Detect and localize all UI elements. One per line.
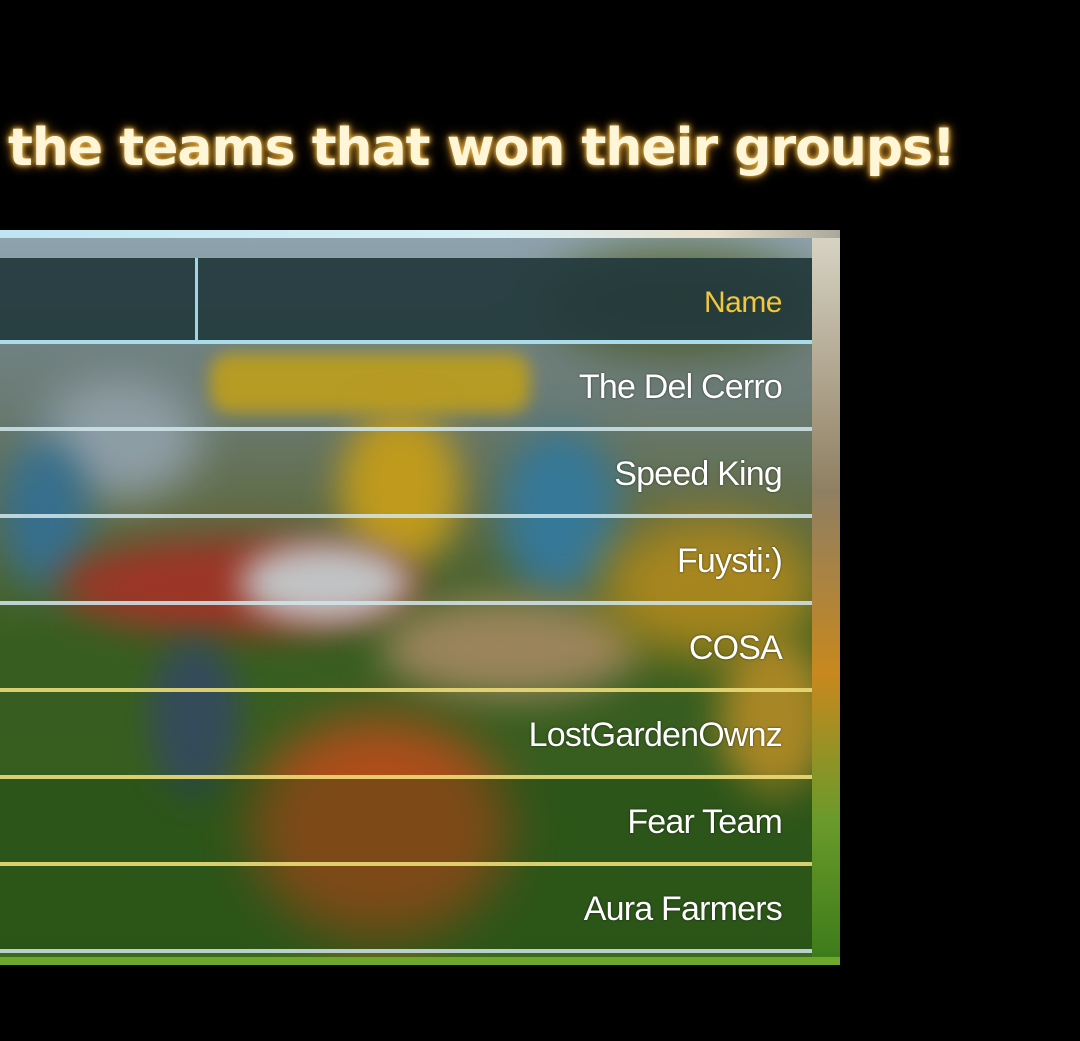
screenshot-stage: the teams that won their groups! Name Th…	[0, 0, 1080, 1041]
panel-right-edge	[812, 238, 840, 965]
table-row: Aura Farmers	[0, 866, 812, 953]
team-list: The Del Cerro Speed King Fuysti:) COSA L…	[0, 344, 812, 953]
table-row: Fuysti:)	[0, 518, 812, 605]
team-name: Aura Farmers	[583, 890, 783, 928]
leaderboard-panel: Name The Del Cerro Speed King Fuysti:) C…	[0, 230, 840, 965]
game-scene-background: Name The Del Cerro Speed King Fuysti:) C…	[0, 238, 818, 965]
team-name: Fear Team	[627, 803, 782, 841]
headline: the teams that won their groups!	[8, 118, 956, 178]
panel-bottom-edge	[0, 957, 840, 965]
team-name: Speed King	[614, 455, 783, 493]
team-name: LostGardenOwnz	[528, 716, 783, 754]
table-row: LostGardenOwnz	[0, 692, 812, 779]
name-column-header: Name	[703, 286, 783, 319]
team-name: COSA	[688, 629, 783, 667]
table-row: Speed King	[0, 431, 812, 518]
team-name: Fuysti:)	[676, 542, 783, 580]
table-row: COSA	[0, 605, 812, 692]
table-header: Name	[0, 258, 812, 344]
table-row: The Del Cerro	[0, 344, 812, 431]
team-name: The Del Cerro	[578, 368, 783, 406]
header-divider	[195, 258, 198, 340]
table-row: Fear Team	[0, 779, 812, 866]
